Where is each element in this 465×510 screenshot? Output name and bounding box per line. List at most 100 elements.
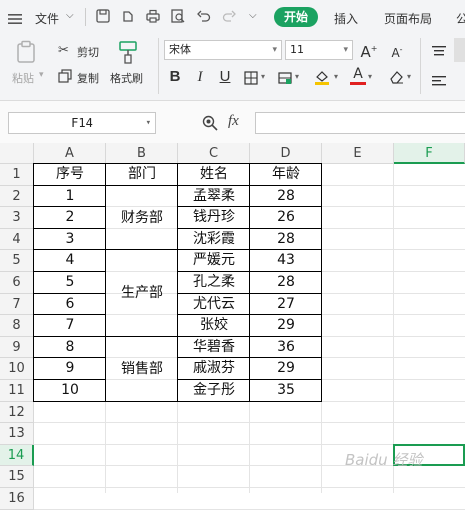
cell-no[interactable]: 8 (34, 337, 106, 359)
cell-name[interactable]: 张姣 (178, 315, 250, 337)
chevron-down-icon[interactable]: ▾ (334, 72, 338, 81)
select-all-corner[interactable] (0, 143, 34, 164)
row-header-9[interactable]: 9 (0, 336, 34, 359)
cell-no[interactable]: 2 (34, 207, 106, 229)
undo-icon[interactable] (197, 9, 211, 23)
row-header-12[interactable]: 12 (0, 401, 34, 424)
row-header-10[interactable]: 10 (0, 358, 34, 380)
row-header-15[interactable]: 15 (0, 466, 34, 488)
font-size-select[interactable]: 11 ▾ (285, 40, 353, 60)
clear-format-icon[interactable] (388, 69, 404, 85)
cell-no[interactable]: 9 (34, 358, 106, 380)
font-color-icon[interactable]: A (350, 67, 366, 87)
align-top-icon[interactable] (432, 42, 446, 56)
format-painter-button[interactable]: 格式刷 (110, 70, 143, 86)
cell-name[interactable]: 严媛元 (178, 250, 250, 272)
redo-icon[interactable] (222, 9, 236, 23)
column-header-a[interactable]: A (34, 143, 106, 164)
cell-age[interactable]: 43 (250, 250, 322, 272)
header-cell-a[interactable]: 序号 (34, 164, 106, 186)
cell-age[interactable]: 27 (250, 294, 322, 316)
header-cell-d[interactable]: 年龄 (250, 164, 322, 186)
more-chevron-icon[interactable]: ⌵ (249, 10, 257, 21)
cell-age[interactable]: 28 (250, 272, 322, 294)
cell-age[interactable]: 28 (250, 186, 322, 208)
column-header-c[interactable]: C (178, 143, 250, 164)
cell-name[interactable]: 金子彤 (178, 380, 250, 402)
formula-input[interactable] (255, 112, 465, 134)
font-name-select[interactable]: 宋体 ▾ (164, 40, 282, 60)
print-icon[interactable] (146, 9, 160, 23)
row-header-16[interactable]: 16 (0, 488, 34, 510)
row-header-13[interactable]: 13 (0, 423, 34, 445)
cell-no[interactable]: 10 (34, 380, 106, 402)
menu-icon[interactable] (8, 10, 22, 24)
zoom-search-icon[interactable] (202, 115, 218, 131)
bold-icon[interactable]: B (166, 68, 184, 86)
format-painter-icon[interactable] (117, 40, 139, 64)
print-preview-icon[interactable] (171, 9, 185, 23)
cut-icon[interactable]: ✂ (58, 43, 69, 58)
chevron-down-icon[interactable]: ▾ (407, 72, 411, 81)
chevron-down-icon[interactable]: ⌵ (66, 10, 74, 21)
cell-no[interactable]: 4 (34, 250, 106, 272)
paste-chevron-icon[interactable]: ▾ (39, 70, 44, 80)
row-header-2[interactable]: 2 (0, 185, 34, 208)
cell-age[interactable]: 26 (250, 207, 322, 229)
decrease-font-size-icon[interactable]: A- (388, 41, 406, 60)
cell-age[interactable]: 29 (250, 358, 322, 380)
cell-no[interactable]: 1 (34, 186, 106, 208)
cell-name[interactable]: 华碧香 (178, 337, 250, 359)
tab-formulas[interactable]: 公 (456, 10, 465, 27)
cell-no[interactable]: 7 (34, 315, 106, 337)
column-header-e[interactable]: E (322, 143, 394, 164)
ribbon-more-button[interactable] (454, 38, 465, 62)
cell-style-icon[interactable] (278, 70, 292, 84)
row-header-4[interactable]: 4 (0, 228, 34, 251)
row-header-1[interactable]: 1 (0, 164, 34, 186)
cell-no[interactable]: 6 (34, 294, 106, 316)
tab-page-layout[interactable]: 页面布局 (384, 10, 432, 27)
cell-name[interactable]: 戚淑芬 (178, 358, 250, 380)
borders-icon[interactable] (244, 70, 258, 85)
underline-icon[interactable]: U (216, 68, 234, 86)
column-header-f[interactable]: F (394, 143, 465, 164)
cell-name[interactable]: 钱丹珍 (178, 207, 250, 229)
merged-department-cell[interactable]: 销售部 (106, 337, 178, 402)
tab-start[interactable]: 开始 (274, 7, 318, 27)
header-cell-c[interactable]: 姓名 (178, 164, 250, 186)
header-cell-b[interactable]: 部门 (106, 164, 178, 186)
cell-age[interactable]: 29 (250, 315, 322, 337)
copy-button[interactable]: 复制 (77, 70, 99, 86)
row-header-6[interactable]: 6 (0, 272, 34, 294)
increase-font-size-icon[interactable]: A+ (360, 40, 378, 61)
cell-name[interactable]: 孟翠柔 (178, 186, 250, 208)
chevron-down-icon[interactable]: ▾ (261, 72, 265, 81)
row-header-14[interactable]: 14 (0, 444, 34, 467)
row-header-8[interactable]: 8 (0, 315, 34, 337)
merged-department-cell[interactable]: 生产部 (106, 250, 178, 336)
tab-insert[interactable]: 插入 (334, 10, 358, 27)
save-icon[interactable] (96, 9, 110, 23)
cut-button[interactable]: 剪切 (77, 44, 99, 60)
chevron-down-icon[interactable]: ▾ (368, 72, 372, 81)
merged-department-cell[interactable]: 财务部 (106, 186, 178, 251)
export-icon[interactable] (121, 9, 135, 23)
cell-age[interactable]: 36 (250, 337, 322, 359)
cell-age[interactable]: 28 (250, 229, 322, 251)
fill-color-icon[interactable] (313, 68, 331, 86)
paste-icon[interactable] (14, 40, 38, 64)
fx-icon[interactable]: fx (228, 113, 239, 130)
column-header-b[interactable]: B (106, 143, 178, 164)
cell-name[interactable]: 孔之柔 (178, 272, 250, 294)
chevron-down-icon[interactable]: ▾ (295, 72, 299, 81)
cell-name[interactable]: 尤代云 (178, 294, 250, 316)
column-header-d[interactable]: D (250, 143, 322, 164)
name-box[interactable]: F14 ▾ (8, 112, 156, 134)
row-header-3[interactable]: 3 (0, 207, 34, 229)
cell-no[interactable]: 5 (34, 272, 106, 294)
align-left-icon[interactable] (432, 72, 446, 86)
paste-button[interactable]: 粘贴 (12, 70, 34, 86)
copy-icon[interactable] (58, 68, 72, 83)
row-header-7[interactable]: 7 (0, 293, 34, 316)
